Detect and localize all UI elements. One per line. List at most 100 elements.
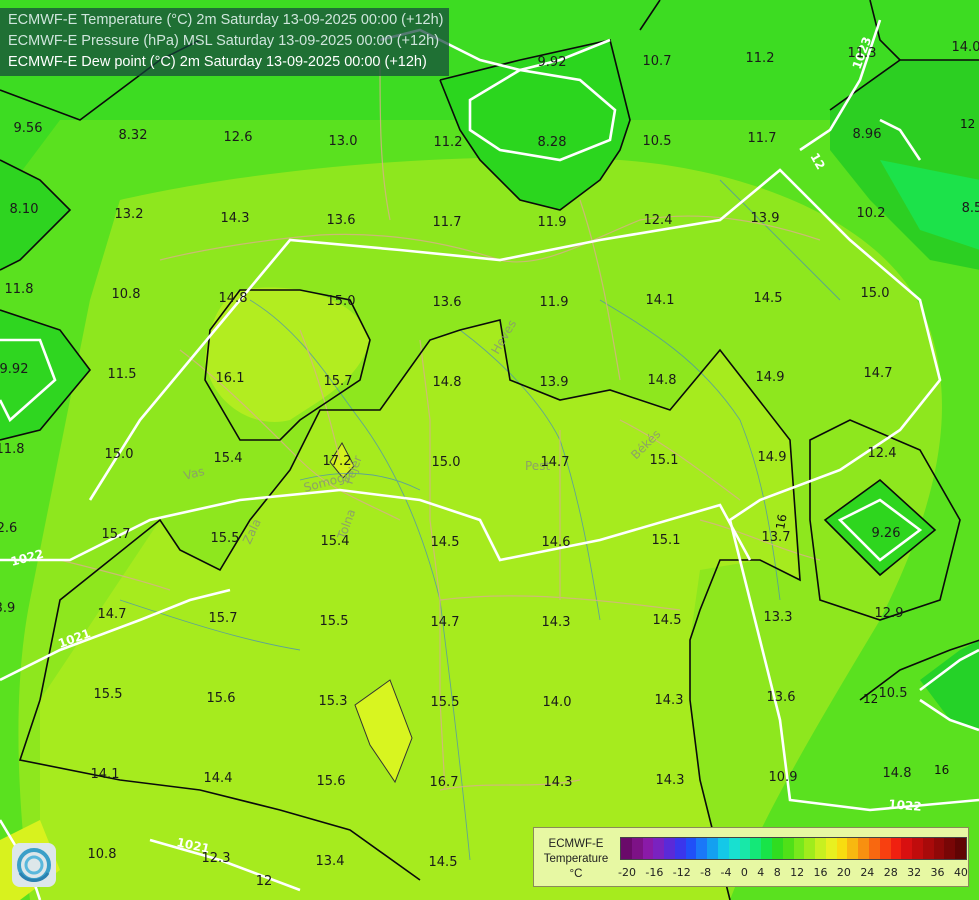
color-legend: ECMWF-E Temperature °C -20 -16 -12 -8 -4 0 4 8 1… (533, 827, 969, 887)
temperature-value: 14.8 (883, 766, 912, 781)
temperature-value: 12.3 (202, 851, 231, 866)
legend-swatch (728, 838, 740, 859)
temperature-value: 8.32 (119, 128, 148, 143)
legend-tick: -20 (618, 866, 636, 879)
legend-tick: -4 (720, 866, 732, 879)
temperature-value: 14.8 (433, 375, 462, 390)
isotherm-label: 12 (863, 692, 878, 706)
legend-tick: 24 (860, 866, 875, 879)
legend-swatch (782, 838, 794, 859)
temperature-value: 15.0 (327, 294, 356, 309)
temperature-value: 9.56 (14, 121, 43, 136)
temperature-value: 13.6 (767, 690, 796, 705)
legend-swatch (642, 838, 654, 859)
temperature-value: 13.6 (327, 213, 356, 228)
title-dewpoint: ECMWF-E Dew point (°C) 2m Saturday 13-09… (8, 54, 427, 70)
temperature-value: 11.5 (108, 367, 137, 382)
temperature-value: 15.0 (861, 286, 890, 301)
legend-swatch (664, 838, 675, 859)
legend-swatch (750, 838, 762, 859)
temperature-value: 9.92 (0, 362, 28, 377)
temperature-value: 14.5 (431, 535, 460, 550)
legend-swatch (621, 838, 632, 859)
legend-tick: 32 (907, 866, 922, 879)
temperature-value: 11.3 (848, 46, 877, 61)
temperature-value: 12.4 (868, 446, 897, 461)
temperature-value: 13.0 (329, 134, 358, 149)
legend-swatch (912, 838, 923, 859)
temperature-value: 16.7 (430, 775, 459, 790)
temperature-value: 10.8 (112, 287, 141, 302)
temperature-value: 14.5 (754, 291, 783, 306)
temperature-value: 10.5 (643, 134, 672, 149)
temperature-value: 14.7 (431, 615, 460, 630)
temperature-value: 15.3 (319, 694, 348, 709)
temperature-value: 15.7 (209, 611, 238, 626)
title-temperature: ECMWF-E Temperature (°C) 2m Saturday 13-… (8, 12, 444, 28)
temperature-value: 9.92 (538, 55, 567, 70)
legend-swatch (847, 838, 859, 859)
legend-swatch (804, 838, 816, 859)
legend-swatch (825, 838, 837, 859)
legend-tick: -16 (645, 866, 664, 879)
legend-tick: 16 (813, 866, 828, 879)
legend-swatch (761, 838, 772, 859)
temperature-value: 3.9 (0, 601, 15, 616)
temperature-value: 10.5 (879, 686, 908, 701)
legend-swatch (631, 838, 643, 859)
legend-tick: -8 (700, 866, 712, 879)
legend-tick: 4 (757, 866, 765, 879)
legend-swatch (707, 838, 719, 859)
legend-title-line: Temperature (543, 853, 609, 865)
temperature-value: 15.5 (320, 614, 349, 629)
temperature-value: 8.28 (538, 135, 567, 150)
legend-swatch (718, 838, 729, 859)
temperature-value: 15.1 (650, 453, 679, 468)
temperature-value: 17.2 (323, 454, 352, 469)
legend-tick: 12 (790, 866, 805, 879)
legend-swatch (685, 838, 697, 859)
temperature-value: 13.9 (540, 375, 569, 390)
isotherm-label: 12 (960, 117, 975, 131)
temperature-value: 13.9 (751, 211, 780, 226)
temperature-value: 14.1 (646, 293, 675, 308)
temperature-value: 11.9 (540, 295, 569, 310)
temperature-value: 15.1 (652, 533, 681, 548)
temperature-value: 15.5 (431, 695, 460, 710)
temperature-value: 14.4 (204, 771, 233, 786)
temperature-value: 11.9 (538, 215, 567, 230)
temperature-value: 8.10 (10, 202, 39, 217)
isobar-label: 1022 (888, 797, 922, 814)
temperature-value: 11.7 (433, 215, 462, 230)
legend-title-line: ECMWF-E (548, 838, 604, 850)
temperature-value: 12.4 (644, 213, 673, 228)
temperature-value: 10.2 (857, 206, 886, 221)
temperature-value: 13.3 (764, 610, 793, 625)
temperature-value: 14.1 (91, 767, 120, 782)
temperature-value: 16.1 (216, 371, 245, 386)
temperature-value: 14.3 (544, 775, 573, 790)
temperature-value: 15.5 (211, 531, 240, 546)
temperature-value: 11.2 (746, 51, 775, 66)
temperature-value: 14.7 (98, 607, 127, 622)
legend-title-line: °C (569, 868, 583, 880)
temperature-value: 14.7 (541, 455, 570, 470)
temperature-value: 15.6 (207, 691, 236, 706)
legend-tick: 28 (883, 866, 898, 879)
legend-swatch (836, 838, 848, 859)
temperature-value: 15.0 (432, 455, 461, 470)
temperature-value: 14.8 (648, 373, 677, 388)
legend-swatch (944, 838, 956, 859)
temperature-value: 14.5 (429, 855, 458, 870)
temperature-value: 14.9 (756, 370, 785, 385)
temperature-value: 13.6 (433, 295, 462, 310)
temperature-value: 14.3 (655, 693, 684, 708)
temperature-value: 8.96 (853, 127, 882, 142)
legend-swatch (674, 838, 686, 859)
temperature-value: 15.4 (321, 534, 350, 549)
temperature-value: 14.3 (542, 615, 571, 630)
temperature-value: 10.9 (769, 770, 798, 785)
weather-map: 1022 1021 1021 1022 1023 12 16 12 16 12 … (0, 0, 979, 900)
legend-swatch (858, 838, 869, 859)
legend-tick: 0 (740, 866, 748, 879)
